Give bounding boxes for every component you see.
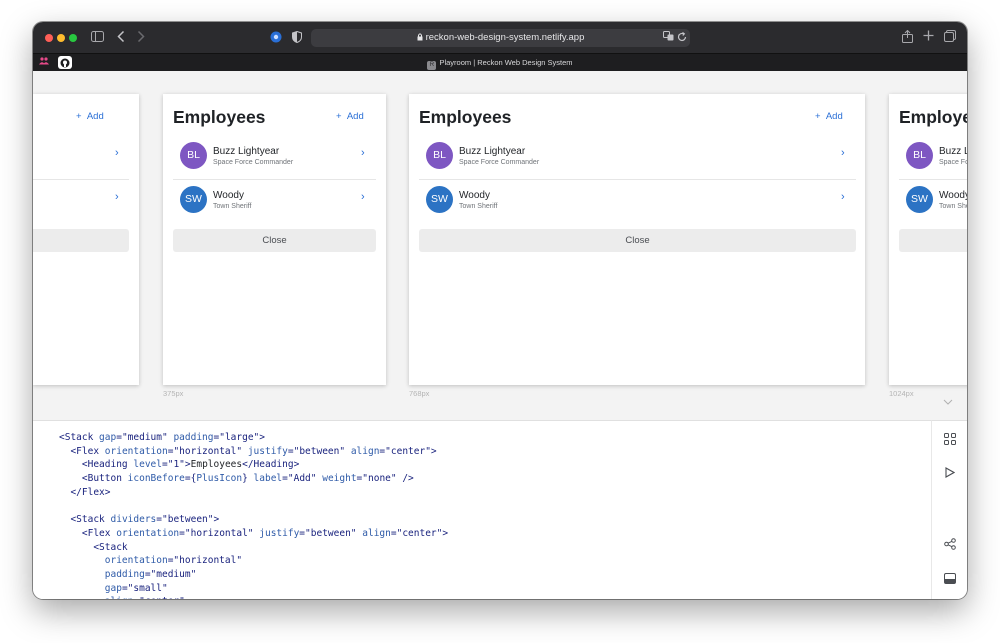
translate-icon[interactable]	[663, 31, 674, 45]
employee-row[interactable]: BL Buzz Lightyear Space Force Commander …	[173, 136, 376, 179]
new-tab-icon[interactable]	[923, 30, 934, 44]
plus-icon: +	[336, 111, 342, 122]
close-button[interactable]: Close	[419, 229, 856, 252]
chevron-down-icon[interactable]	[943, 397, 953, 407]
url-display: reckon-web-design-system.netlify.app	[311, 32, 690, 44]
employee-row[interactable]: BL Buzz Lightyear Space Force Commander …	[33, 136, 129, 179]
employee-name: Buzz Lightyear	[213, 146, 280, 157]
employee-name: Woody	[459, 190, 490, 201]
code-editor[interactable]: <Stack gap="medium" padding="large"> <Fl…	[33, 420, 931, 599]
avatar: SW	[906, 186, 933, 213]
employee-role: Space Force Commander	[459, 159, 540, 166]
avatar: BL	[906, 142, 933, 169]
code-line[interactable]: <Heading level="1">Employees</Heading>	[59, 458, 448, 472]
chevron-right-icon: ›	[841, 147, 845, 159]
frame-width-label: 1024px	[889, 389, 914, 398]
employee-row[interactable]: BL Buzz Lightyear Space Force Commander …	[419, 136, 856, 179]
sidebar-icon[interactable]	[91, 31, 104, 45]
back-icon[interactable]	[117, 30, 125, 46]
code-line[interactable]: orientation="horizontal"	[59, 554, 448, 568]
employee-row[interactable]: SW Woody Town Sheriff ›	[419, 180, 856, 223]
code-line[interactable]: align="center"	[59, 595, 448, 599]
avatar: SW	[426, 186, 453, 213]
avatar: BL	[426, 142, 453, 169]
editor-toolbar	[931, 420, 967, 599]
reload-icon[interactable]	[677, 31, 687, 45]
share-icon[interactable]	[942, 538, 958, 554]
employee-role: Space Force Commander	[939, 159, 967, 166]
code-line[interactable]: <Stack dividers="between">	[59, 513, 448, 527]
forward-icon[interactable]	[137, 30, 145, 46]
page-heading: Employees	[173, 107, 266, 127]
code-line[interactable]: padding="medium"	[59, 568, 448, 582]
close-button[interactable]	[899, 229, 967, 252]
employee-name: Buzz Lightyear	[939, 146, 967, 157]
minimize-window-button[interactable]	[57, 34, 65, 42]
employee-role: Town Sheriff	[459, 203, 498, 210]
tab-favicon: R	[427, 61, 437, 70]
shield-icon[interactable]	[292, 30, 302, 46]
preview-area: Employees + Add BL Buzz Lightyear Space …	[33, 71, 967, 420]
preview-frame-375: Employees + Add BL Buzz Lightyear Space …	[163, 94, 386, 385]
employee-name: Buzz Lightyear	[459, 146, 526, 157]
employee-role: Town Sheriff	[939, 203, 967, 210]
avatar: SW	[180, 186, 207, 213]
preview-frame: Employees + Add BL Buzz Lightyear Space …	[33, 94, 139, 385]
add-button[interactable]: + Add	[815, 111, 843, 122]
code-line[interactable]: ​	[59, 499, 448, 513]
employee-row[interactable]: SW Woody Town Sheriff ›	[33, 180, 129, 223]
browser-window: reckon-web-design-system.netlify.app R P…	[33, 22, 967, 599]
plus-icon: +	[76, 111, 82, 122]
plus-icon: +	[815, 111, 821, 122]
close-button[interactable]: Close	[33, 229, 129, 252]
employee-name: Woody	[939, 190, 967, 201]
code-line[interactable]: <Flex orientation="horizontal" justify="…	[59, 527, 448, 541]
code-line[interactable]: <Stack gap="medium" padding="large">	[59, 431, 448, 445]
extension-icon[interactable]	[270, 31, 282, 46]
preview-frame-768: Employees + Add BL Buzz Lightyear Space …	[409, 94, 865, 385]
frame-width-label: 768px	[409, 389, 430, 398]
page-heading: Employees	[419, 107, 512, 127]
tabs-overview-icon[interactable]	[944, 30, 956, 45]
play-icon[interactable]	[942, 467, 958, 483]
code-line[interactable]: <Stack	[59, 541, 448, 555]
avatar: BL	[180, 142, 207, 169]
employee-row[interactable]: SW Woody Town Sheriff	[899, 180, 967, 223]
add-button[interactable]: + Add	[76, 111, 104, 122]
frame-width-label: 375px	[163, 389, 184, 398]
snippets-icon[interactable]	[942, 433, 958, 449]
panel-toggle-icon[interactable]	[942, 573, 958, 589]
active-tab[interactable]: R Playroom | Reckon Web Design System	[33, 58, 967, 70]
title-bar: reckon-web-design-system.netlify.app	[33, 22, 967, 53]
code-line[interactable]: <Button iconBefore={PlusIcon} label="Add…	[59, 472, 448, 486]
tab-bar: R Playroom | Reckon Web Design System	[33, 53, 967, 71]
code-line[interactable]: </Flex>	[59, 486, 448, 500]
share-icon[interactable]	[902, 29, 913, 46]
employee-row[interactable]: SW Woody Town Sheriff ›	[173, 180, 376, 223]
code-line[interactable]: <Flex orientation="horizontal" justify="…	[59, 445, 448, 459]
chevron-right-icon: ›	[115, 147, 119, 159]
url-text: reckon-web-design-system.netlify.app	[425, 32, 585, 43]
close-window-button[interactable]	[45, 34, 53, 42]
zoom-window-button[interactable]	[69, 34, 77, 42]
chevron-right-icon: ›	[361, 147, 365, 159]
code-line[interactable]: gap="small"	[59, 582, 448, 596]
employee-name: Woody	[213, 190, 244, 201]
chevron-right-icon: ›	[841, 191, 845, 203]
employee-role: Space Force Commander	[213, 159, 294, 166]
chevron-right-icon: ›	[115, 191, 119, 203]
code-content[interactable]: <Stack gap="medium" padding="large"> <Fl…	[59, 431, 448, 599]
lock-icon	[417, 33, 423, 44]
preview-frame-1024: Employees BL Buzz Lightyear Space Force …	[889, 94, 967, 385]
employee-row[interactable]: BL Buzz Lightyear Space Force Commander	[899, 136, 967, 179]
page-heading: Employees	[899, 107, 967, 127]
add-button[interactable]: + Add	[336, 111, 364, 122]
tab-title: Playroom | Reckon Web Design System	[439, 58, 573, 67]
address-bar[interactable]: reckon-web-design-system.netlify.app	[311, 29, 690, 47]
close-button[interactable]: Close	[173, 229, 376, 252]
employee-role: Town Sheriff	[213, 203, 252, 210]
chevron-right-icon: ›	[361, 191, 365, 203]
